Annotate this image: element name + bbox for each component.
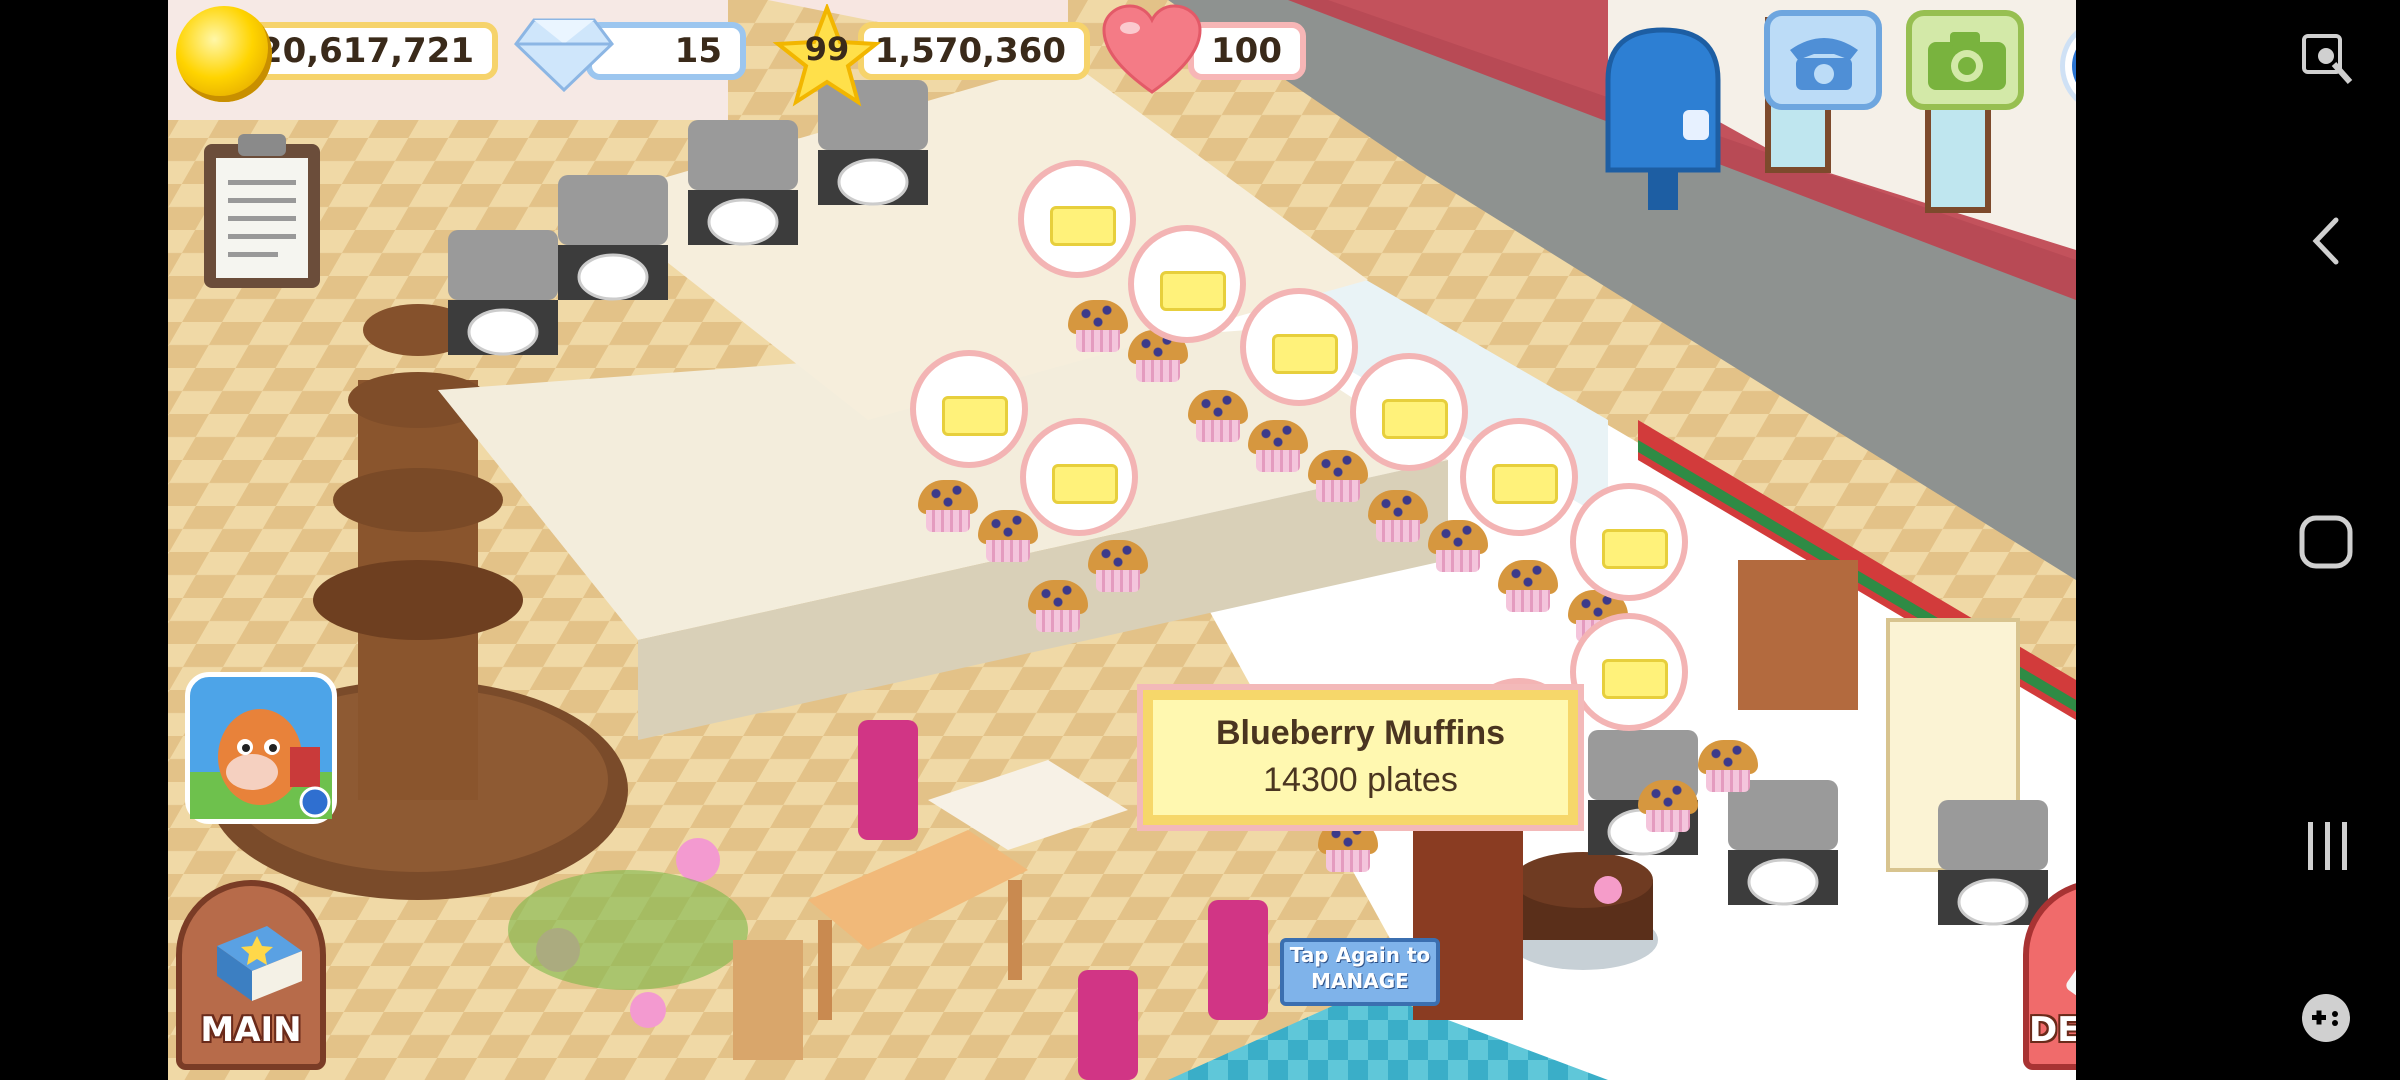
coffee-machine[interactable] (1718, 770, 1848, 920)
blueberry-muffin[interactable] (1088, 540, 1148, 592)
plate-bubble[interactable] (1350, 353, 1468, 471)
blueberry-muffin[interactable] (1068, 300, 1128, 352)
blueberry-muffin[interactable] (1248, 420, 1308, 472)
design-label: DESIGN (2029, 1010, 2076, 1050)
blueberry-muffin[interactable] (918, 480, 978, 532)
plate-bubble[interactable] (1240, 288, 1358, 406)
phone-icon (1790, 38, 1858, 90)
plate-bubble[interactable] (1460, 418, 1578, 536)
tap-again-label: Tap Again to (1289, 943, 1431, 967)
system-navigation-bar (2076, 0, 2400, 1080)
manage-label: MANAGE (1311, 969, 1409, 993)
level-value: 99 (804, 30, 850, 68)
experience-counter: 1,570,360 (858, 22, 1090, 80)
screenshot-tool-icon[interactable] (2298, 30, 2354, 86)
hearts-value: 100 (1211, 31, 1282, 71)
blueberry-muffin[interactable] (1368, 490, 1428, 542)
book-icon (217, 926, 302, 1001)
plates-count: 14300 plates (1263, 761, 1458, 799)
dish-tooltip: Blueberry Muffins 14300 plates (1137, 684, 1584, 831)
blueberry-muffin[interactable] (978, 510, 1038, 562)
coins-value: 20,617,721 (258, 31, 474, 71)
plate-bubble[interactable] (1570, 613, 1688, 731)
game-controller-icon[interactable] (2298, 990, 2354, 1046)
hearts-counter: 100 (1188, 22, 1306, 80)
blueberry-muffin[interactable] (1638, 780, 1698, 832)
plate-bubble[interactable] (910, 350, 1028, 468)
diamond-icon[interactable] (514, 10, 614, 92)
blueberry-muffin[interactable] (1188, 390, 1248, 442)
main-label: MAIN (200, 1010, 302, 1050)
gems-value: 15 (674, 31, 722, 71)
plate-bubble[interactable] (1018, 160, 1136, 278)
coin-icon[interactable] (176, 6, 272, 102)
camera-icon (1928, 32, 2006, 90)
recents-icon[interactable] (2302, 820, 2354, 872)
camera-button[interactable] (1906, 10, 2024, 110)
plate-bubble[interactable] (1020, 418, 1138, 536)
mailbox-icon[interactable] (1588, 20, 1738, 210)
main-button[interactable]: MAIN (176, 880, 326, 1070)
blueberry-muffin[interactable] (1698, 740, 1758, 792)
experience-value: 1,570,360 (874, 31, 1066, 71)
clipboard-icon[interactable] (200, 130, 324, 292)
back-icon[interactable] (2304, 214, 2348, 268)
teamlava-icon: S (2072, 49, 2076, 83)
heart-icon[interactable] (1102, 4, 1202, 96)
home-icon[interactable] (2298, 514, 2354, 570)
blueberry-muffin[interactable] (1498, 560, 1558, 612)
plate-bubble[interactable] (1570, 483, 1688, 601)
blueberry-muffin[interactable] (1028, 580, 1088, 632)
dish-name: Blueberry Muffins (1215, 714, 1506, 752)
tap-again-manage-button[interactable]: Tap Again to MANAGE (1280, 938, 1440, 1006)
cow-app-icon[interactable] (185, 672, 337, 824)
paintbrush-icon (2066, 964, 2076, 1008)
blueberry-muffin[interactable] (1308, 450, 1368, 502)
game-viewport[interactable]: Blueberry Muffins 14300 plates Tap Again… (168, 0, 2076, 1080)
blueberry-muffin[interactable] (1318, 820, 1378, 872)
coffee-machine[interactable] (678, 110, 808, 260)
plate-bubble[interactable] (1128, 225, 1246, 343)
blueberry-muffin[interactable] (1428, 520, 1488, 572)
coffee-machine[interactable] (548, 165, 678, 315)
phone-button[interactable] (1764, 10, 1882, 110)
